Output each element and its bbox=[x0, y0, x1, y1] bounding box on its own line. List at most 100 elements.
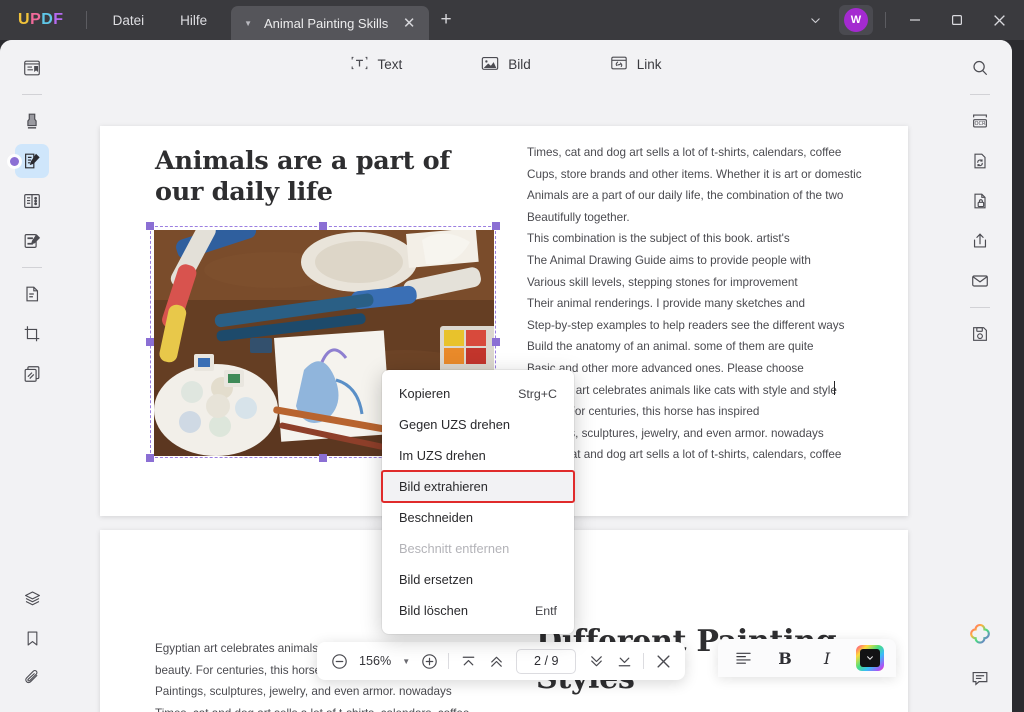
compare-pages-icon[interactable] bbox=[15, 357, 49, 391]
zoom-out-button[interactable] bbox=[325, 647, 353, 675]
ctx-item-bild-loeschen[interactable]: Bild löschen Entf bbox=[382, 595, 574, 626]
ctx-shortcut: Entf bbox=[534, 603, 557, 618]
document-viewport[interactable]: Animals are a part of our daily life Tim… bbox=[64, 88, 948, 712]
text-cursor bbox=[834, 381, 836, 395]
prev-page-button[interactable] bbox=[482, 647, 510, 675]
account-button[interactable]: W bbox=[839, 5, 873, 35]
text-color-picker[interactable] bbox=[856, 645, 884, 671]
maximize-button[interactable] bbox=[936, 0, 978, 40]
ctx-item-im-uzs-drehen[interactable]: Im UZS drehen bbox=[382, 440, 574, 471]
layers-icon[interactable] bbox=[15, 581, 49, 615]
link-icon bbox=[609, 54, 629, 75]
updf-app-window: UPDF Datei Hilfe ▼ Animal Painting Skill… bbox=[0, 0, 1024, 712]
left-sidebar bbox=[0, 40, 64, 712]
updf-logo[interactable]: UPDF bbox=[0, 0, 78, 40]
convert-icon[interactable] bbox=[963, 144, 997, 178]
resize-handle-top-left[interactable] bbox=[146, 222, 154, 230]
doc-line: Their animal renderings. I provide many … bbox=[527, 297, 806, 311]
ctx-item-bild-extrahieren[interactable]: Bild extrahieren bbox=[381, 470, 575, 503]
comment-icon[interactable] bbox=[963, 661, 997, 695]
page-number-field[interactable]: 2 / 9 bbox=[516, 648, 577, 674]
tab-title: Animal Painting Skills bbox=[263, 15, 389, 31]
minimize-button[interactable] bbox=[894, 0, 936, 40]
tool-text-label: Text bbox=[377, 56, 403, 72]
resize-handle-bottom-left[interactable] bbox=[146, 454, 154, 462]
ctx-label: Im UZS drehen bbox=[399, 448, 486, 463]
text-icon bbox=[350, 54, 369, 75]
ctx-label: Bild löschen bbox=[399, 603, 469, 618]
logo-letter-u: U bbox=[18, 11, 31, 28]
rail-divider-1 bbox=[22, 94, 42, 95]
resize-handle-middle-left[interactable] bbox=[146, 338, 154, 346]
title-bar: UPDF Datei Hilfe ▼ Animal Painting Skill… bbox=[0, 0, 1024, 40]
color-swatch[interactable] bbox=[860, 649, 880, 667]
next-page-button[interactable] bbox=[582, 647, 610, 675]
tool-image-button[interactable]: Bild bbox=[470, 49, 541, 80]
chevron-down-icon[interactable] bbox=[795, 0, 835, 40]
ocr-icon[interactable]: OCR bbox=[963, 104, 997, 138]
doc-line: Paintings, sculptures, jewelry, and even… bbox=[155, 685, 452, 699]
right-rail-divider-1 bbox=[970, 94, 990, 95]
zoombar-divider-2 bbox=[643, 653, 645, 669]
resize-handle-middle-right[interactable] bbox=[492, 338, 500, 346]
attachment-icon[interactable] bbox=[15, 661, 49, 695]
resize-handle-bottom-center[interactable] bbox=[319, 454, 327, 462]
close-button[interactable] bbox=[978, 0, 1020, 40]
align-left-icon[interactable] bbox=[730, 645, 756, 671]
protect-icon[interactable] bbox=[963, 184, 997, 218]
avatar: W bbox=[844, 8, 868, 32]
doc-line: Times, cat and dog art sells a lot of t-… bbox=[527, 448, 842, 462]
italic-button[interactable]: I bbox=[814, 645, 840, 671]
ctx-label: Kopieren bbox=[399, 386, 451, 401]
document-tab[interactable]: ▼ Animal Painting Skills ✕ bbox=[231, 6, 430, 40]
bold-button[interactable]: B bbox=[772, 645, 798, 671]
zoom-in-button[interactable] bbox=[415, 647, 443, 675]
ctx-item-kopieren[interactable]: Kopieren Strg+C bbox=[382, 378, 574, 409]
sidebar-resize-handle[interactable] bbox=[10, 157, 19, 166]
bookmark-icon[interactable] bbox=[15, 621, 49, 655]
left-sidebar-bottom bbox=[0, 578, 64, 698]
tab-dropdown-icon[interactable]: ▼ bbox=[239, 19, 257, 28]
text-format-toolbar: B I bbox=[718, 639, 896, 677]
save-icon[interactable] bbox=[963, 317, 997, 351]
doc-line: This combination is the subject of this … bbox=[527, 232, 790, 246]
rail-divider-2 bbox=[22, 267, 42, 268]
ctx-item-bild-ersetzen[interactable]: Bild ersetzen bbox=[382, 564, 574, 595]
last-page-button[interactable] bbox=[610, 647, 638, 675]
ctx-label: Beschnitt entfernen bbox=[399, 541, 510, 556]
edit-pdf-icon[interactable] bbox=[15, 144, 49, 178]
menu-datei[interactable]: Datei bbox=[95, 0, 163, 40]
zoom-dropdown-icon[interactable]: ▼ bbox=[397, 657, 415, 666]
ctx-item-gegen-uzs-drehen[interactable]: Gegen UZS drehen bbox=[382, 409, 574, 440]
image-context-menu[interactable]: Kopieren Strg+C Gegen UZS drehen Im UZS … bbox=[381, 370, 575, 634]
close-zoombar-button[interactable] bbox=[649, 647, 677, 675]
ctx-item-beschneiden[interactable]: Beschneiden bbox=[382, 502, 574, 533]
logo-letter-d: D bbox=[41, 11, 54, 28]
tool-text-button[interactable]: Text bbox=[340, 49, 412, 80]
highlighter-icon[interactable] bbox=[15, 104, 49, 138]
reader-icon[interactable] bbox=[15, 51, 49, 85]
new-tab-button[interactable]: + bbox=[429, 0, 463, 40]
doc-line: Times, cat and dog art sells a lot of t-… bbox=[155, 703, 469, 712]
ctx-item-beschnitt-entfernen: Beschnitt entfernen bbox=[382, 533, 574, 564]
convert-doc-icon[interactable] bbox=[15, 277, 49, 311]
menu-hilfe[interactable]: Hilfe bbox=[162, 0, 225, 40]
ai-assistant-icon[interactable] bbox=[965, 620, 995, 650]
first-page-button[interactable] bbox=[454, 647, 482, 675]
form-icon[interactable] bbox=[15, 224, 49, 258]
ctx-shortcut: Strg+C bbox=[518, 386, 557, 401]
email-icon[interactable] bbox=[963, 264, 997, 298]
edit-toolbar: Text Bild Link bbox=[64, 40, 948, 88]
crop-page-icon[interactable] bbox=[15, 317, 49, 351]
zoom-level-value[interactable]: 156% bbox=[353, 654, 397, 668]
page1-heading[interactable]: Animals are a part of our daily life bbox=[155, 146, 465, 209]
doc-line: The Animal Drawing Guide aims to provide… bbox=[527, 254, 811, 267]
titlebar-right-group: W bbox=[795, 0, 1024, 40]
tab-close-icon[interactable]: ✕ bbox=[399, 13, 419, 33]
resize-handle-top-center[interactable] bbox=[319, 222, 327, 230]
share-icon[interactable] bbox=[963, 224, 997, 258]
resize-handle-top-right[interactable] bbox=[492, 222, 500, 230]
tool-link-button[interactable]: Link bbox=[599, 49, 672, 80]
search-icon[interactable] bbox=[963, 51, 997, 85]
page-organize-icon[interactable] bbox=[15, 184, 49, 218]
